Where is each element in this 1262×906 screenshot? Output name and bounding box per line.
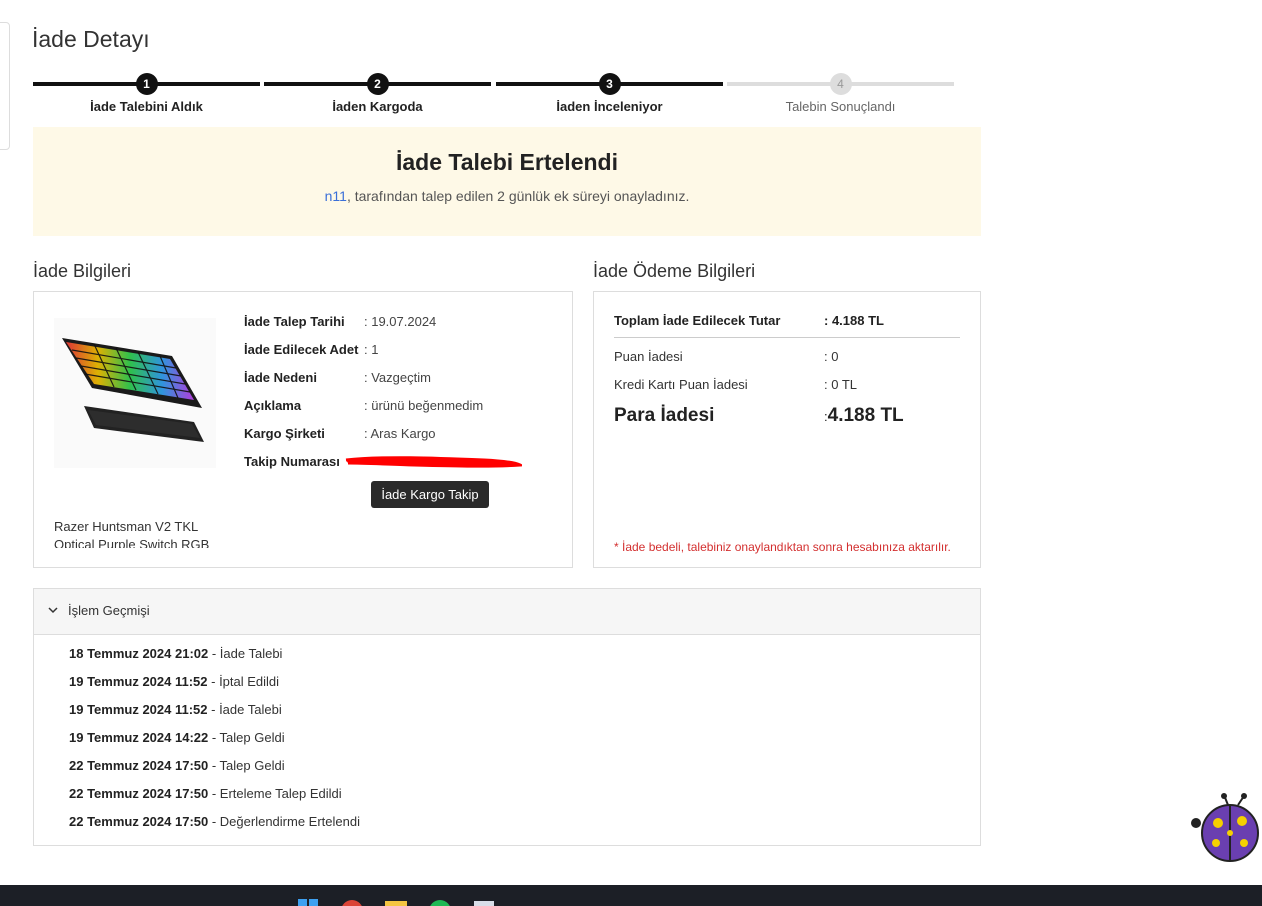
history-item: 22 Temmuz 2024 17:50 - Erteleme Talep Ed… xyxy=(69,785,360,813)
divider xyxy=(614,337,960,338)
os-taskbar xyxy=(0,885,1262,906)
info-label: İade Nedeni xyxy=(244,370,317,385)
info-label: İade Edilecek Adet xyxy=(244,342,359,357)
history-item: 22 Temmuz 2024 17:50 - Değerlendirme Ert… xyxy=(69,813,360,841)
pay-row-points: Puan İadesi : 0 xyxy=(614,348,838,366)
info-row-description: Açıklama : ürünü beğenmedim xyxy=(244,397,483,415)
info-label: İade Talep Tarihi xyxy=(244,314,345,329)
history-item: 19 Temmuz 2024 11:52 - İade Talebi xyxy=(69,701,360,729)
pay-label: Puan İadesi xyxy=(614,349,683,364)
pay-value: : 0 TL xyxy=(824,377,858,392)
history-event: - Talep Geldi xyxy=(208,758,285,773)
step-4: 4 Talebin Sonuçlandı xyxy=(727,72,954,118)
history-date: 18 Temmuz 2024 21:02 xyxy=(69,646,209,661)
history-date: 19 Temmuz 2024 11:52 xyxy=(69,674,208,689)
pay-value: : 0 xyxy=(824,349,839,364)
info-value: : Vazgeçtim xyxy=(364,370,431,385)
info-value: : ürünü beğenmedim xyxy=(364,398,484,413)
pay-row-total: Toplam İade Edilecek Tutar : 4.188 TL xyxy=(614,312,884,330)
info-row-quantity: İade Edilecek Adet : 1 xyxy=(244,341,378,359)
step-label: İaden İnceleniyor xyxy=(556,99,663,114)
step-number: 3 xyxy=(598,73,621,95)
history-date: 22 Temmuz 2024 17:50 xyxy=(69,786,209,801)
history-title: İşlem Geçmişi xyxy=(68,603,150,618)
history-date: 19 Temmuz 2024 14:22 xyxy=(69,730,209,745)
info-value: : 1 xyxy=(364,342,379,357)
step-2: 2 İaden Kargoda xyxy=(264,72,491,118)
windows-start-icon[interactable] xyxy=(296,897,320,906)
info-label: Kargo Şirketi xyxy=(244,426,325,441)
step-label: Talebin Sonuçlandı xyxy=(785,99,896,114)
pay-label: Toplam İade Edilecek Tutar xyxy=(614,313,781,328)
refund-amount: 4.188 TL xyxy=(827,405,904,426)
history-event: - İade Talebi xyxy=(207,702,282,717)
step-number: 1 xyxy=(135,73,158,95)
chrome-icon[interactable] xyxy=(340,897,364,906)
chevron-down-icon[interactable] xyxy=(46,603,60,617)
history-date: 19 Temmuz 2024 11:52 xyxy=(69,702,208,717)
info-row-reason: İade Nedeni : Vazgeçtim xyxy=(244,369,431,387)
return-info-title: İade Bilgileri xyxy=(33,261,132,281)
pay-row-card-points: Kredi Kartı Puan İadesi : 0 TL xyxy=(614,376,857,394)
page-title: İade Detayı xyxy=(32,26,150,52)
step-number: 2 xyxy=(366,73,389,95)
history-item: 18 Temmuz 2024 21:02 - İade Talebi xyxy=(69,645,360,673)
history-item: 19 Temmuz 2024 11:52 - İptal Edildi xyxy=(69,673,360,701)
app-icon[interactable] xyxy=(472,897,496,906)
ladybug-mascot-icon[interactable] xyxy=(1188,793,1262,863)
status-banner: İade Talebi Ertelendi n11, tarafından ta… xyxy=(33,127,981,236)
history-event: - Değerlendirme Ertelendi xyxy=(208,814,360,829)
step-label: İade Talebini Aldık xyxy=(90,99,203,114)
spotify-icon[interactable] xyxy=(428,897,452,906)
side-panel-edge xyxy=(0,22,10,150)
return-info-box: Razer Huntsman V2 TKL Optical Purple Swi… xyxy=(33,291,573,568)
history-event: - Talep Geldi xyxy=(208,730,285,745)
history-header[interactable]: İşlem Geçmişi xyxy=(34,589,980,635)
payment-note: * İade bedeli, talebiniz onaylandıktan s… xyxy=(614,540,951,554)
history-date: 22 Temmuz 2024 17:50 xyxy=(69,758,209,773)
product-image[interactable] xyxy=(54,318,216,468)
info-row-cargo-company: Kargo Şirketi : Aras Kargo xyxy=(244,425,436,443)
history-list: 18 Temmuz 2024 21:02 - İade Talebi 19 Te… xyxy=(69,645,360,841)
file-explorer-icon[interactable] xyxy=(384,897,408,906)
product-name[interactable]: Razer Huntsman V2 TKL Optical Purple Swi… xyxy=(54,518,224,548)
history-item: 19 Temmuz 2024 14:22 - Talep Geldi xyxy=(69,729,360,757)
info-row-request-date: İade Talep Tarihi : 19.07.2024 xyxy=(244,313,436,331)
banner-title: İade Talebi Ertelendi xyxy=(396,149,618,175)
pay-label: Kredi Kartı Puan İadesi xyxy=(614,377,748,392)
info-label: Açıklama xyxy=(244,398,302,413)
redaction-scribble xyxy=(345,456,522,468)
step-number: 4 xyxy=(829,73,852,95)
cargo-tracking-button[interactable]: İade Kargo Takip xyxy=(371,481,489,508)
history-date: 22 Temmuz 2024 17:50 xyxy=(69,814,209,829)
payment-info-box: Toplam İade Edilecek Tutar : 4.188 TL Pua… xyxy=(593,291,981,568)
history-item: 22 Temmuz 2024 17:50 - Talep Geldi xyxy=(69,757,360,785)
step-3: 3 İaden İnceleniyor xyxy=(496,72,723,118)
info-value: : 19.07.2024 xyxy=(364,314,437,329)
history-event: - Erteleme Talep Edildi xyxy=(208,786,342,801)
history-event: - İptal Edildi xyxy=(207,674,280,689)
info-value: : Aras Kargo xyxy=(364,426,436,441)
transaction-history: İşlem Geçmişi 18 Temmuz 2024 21:02 - İad… xyxy=(33,588,981,846)
pay-value: : 4.188 TL xyxy=(824,313,884,328)
step-1: 1 İade Talebini Aldık xyxy=(33,72,260,118)
return-progress-stepper: 1 İade Talebini Aldık 2 İaden Kargoda 3 … xyxy=(33,72,955,118)
keyboard-image xyxy=(62,338,204,442)
pay-label: Para İadesi xyxy=(614,405,715,426)
history-event: - İade Talebi xyxy=(208,646,283,661)
payment-info-title: İade Ödeme Bilgileri xyxy=(593,261,756,281)
step-label: İaden Kargoda xyxy=(332,99,423,114)
banner-message: , tarafından talep edilen 2 günlük ek sü… xyxy=(346,188,690,204)
pay-row-refund: Para İadesi:4.188 TL xyxy=(614,404,904,428)
seller-link[interactable]: n11 xyxy=(325,188,347,204)
banner-text: n11, tarafından talep edilen 2 günlük ek… xyxy=(33,188,981,204)
